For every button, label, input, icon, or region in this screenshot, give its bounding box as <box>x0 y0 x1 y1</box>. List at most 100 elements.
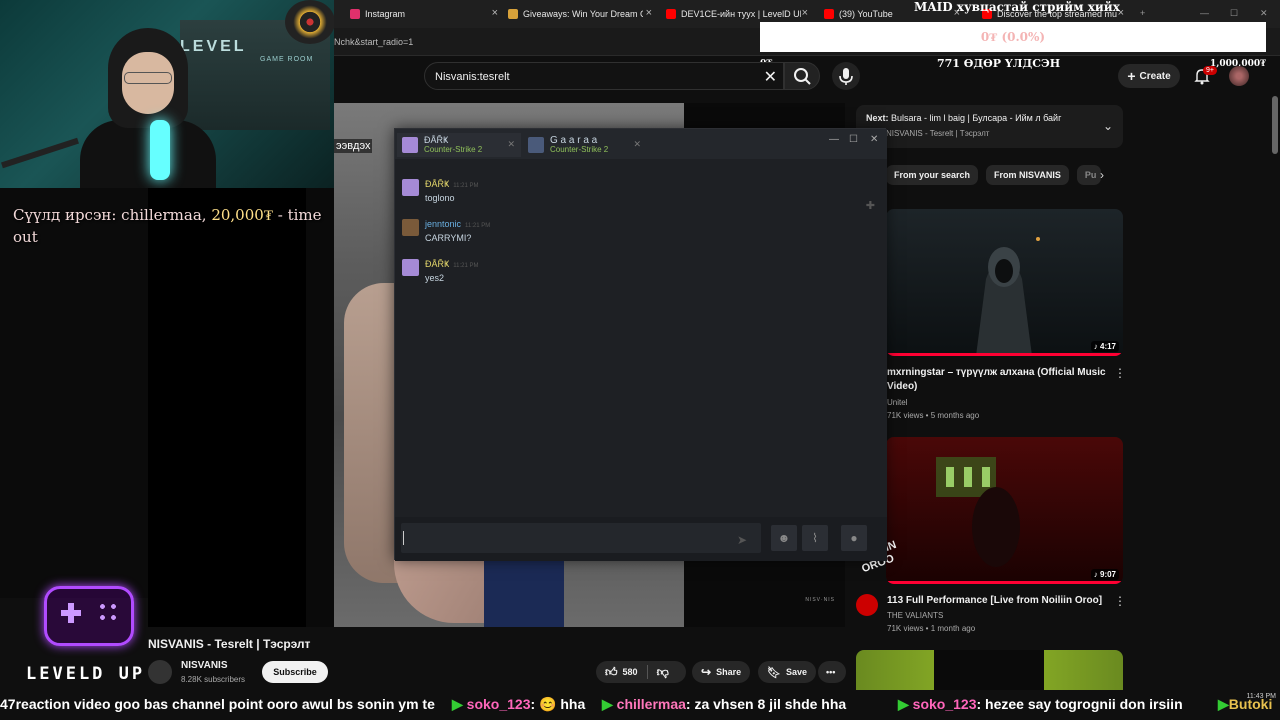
paperclip-icon: ⌇ <box>812 531 818 545</box>
message-author[interactable]: ĐÅŘҜ <box>425 259 449 269</box>
video-duration: ♪ 9:07 <box>1090 569 1119 580</box>
close-window-icon[interactable]: ✕ <box>1260 8 1268 19</box>
friend-name: G a a r a a <box>550 135 598 146</box>
watch-progress-bar <box>886 353 1123 356</box>
steam-chat-tab-gaaraa[interactable]: G a a r a a Counter-Strike 2 ✕ <box>523 133 647 157</box>
search-input[interactable]: Nisvanis:tesrelt ✕ <box>424 62 784 90</box>
message-author[interactable]: ĐÅŘҜ <box>425 179 449 189</box>
plus-icon: + <box>1127 68 1136 84</box>
search-button[interactable] <box>784 62 820 90</box>
close-tab-icon[interactable]: × <box>802 7 808 19</box>
rec-thumbnail[interactable] <box>856 650 1123 690</box>
ticker-message: ▶ soko_123: hezee say togrognii don irsi… <box>898 696 1183 713</box>
ticker-username: chillermaa <box>616 696 686 712</box>
steam-chat-tabs: ĐÅŘҜ Counter-Strike 2 ✕ G a a r a a Coun… <box>395 129 887 159</box>
channel-avatar[interactable] <box>148 660 172 684</box>
browser-tab-levelup[interactable]: DEV1CE-ийн тууx | LevelD UP × <box>666 4 808 24</box>
up-next-title: Next: Bulsara - lim l baig | Булсара - И… <box>866 113 1061 123</box>
clear-search-icon[interactable]: ✕ <box>764 67 777 87</box>
ticker-text: : hezee say togrognii don irsiin <box>976 696 1183 712</box>
pin-icon[interactable]: ✚ <box>866 199 875 212</box>
bookmark-icon: 🔖︎ <box>767 666 781 679</box>
chip-from-search[interactable]: From your search <box>886 165 979 185</box>
voice-button[interactable]: ● <box>841 525 867 551</box>
video-title: NISVANIS - Tesrelt | Тэсрэлт <box>148 637 311 651</box>
filter-chips: From your search From NISVANIS Pu <box>886 165 1101 185</box>
close-tab-icon[interactable]: ✕ <box>633 139 641 150</box>
up-next-label: Next: <box>866 113 889 123</box>
minimize-window-icon[interactable]: — <box>1200 8 1209 18</box>
channel-name[interactable]: NISVANIS <box>181 660 228 671</box>
rec-thumbnail[interactable]: ♪ 4:17 <box>886 209 1123 356</box>
chip-more[interactable]: Pu <box>1076 165 1101 185</box>
more-vertical-icon[interactable]: ⋮ <box>1114 366 1126 380</box>
author-avatar[interactable] <box>402 219 419 236</box>
message-author[interactable]: jenntonic <box>425 219 461 229</box>
leveld-up-logo <box>38 582 142 652</box>
rec-channel[interactable]: THE VALIANTS <box>887 609 943 622</box>
mic-icon <box>839 68 853 85</box>
new-tab-icon[interactable]: + <box>1140 8 1145 18</box>
steam-chat-window[interactable]: ĐÅŘҜ Counter-Strike 2 ✕ G a a r a a Coun… <box>394 128 887 561</box>
emoticon-button[interactable]: ☻ <box>771 525 797 551</box>
more-actions-button[interactable]: ••• <box>818 661 846 683</box>
streamer-figure <box>70 20 220 188</box>
thumbs-up-icon[interactable]: 👍︎ <box>605 665 618 680</box>
ticker-badge-icon: ▶ <box>898 696 913 712</box>
close-tab-icon[interactable]: × <box>646 7 652 19</box>
subscribe-button[interactable]: Subscribe <box>262 661 328 683</box>
share-icon: ↪ <box>701 665 712 679</box>
message-time: 11:21 PM <box>453 263 479 269</box>
account-avatar[interactable] <box>1229 66 1249 86</box>
voice-search-button[interactable] <box>832 62 860 90</box>
friend-avatar <box>402 137 418 153</box>
ticker-username: soko_123 <box>912 696 977 712</box>
page-scrollbar[interactable] <box>1272 96 1278 154</box>
rec-meta: 71K views • 1 month ago <box>887 624 976 633</box>
chat-message-input[interactable]: ➤ <box>401 523 761 553</box>
video-duration: ♪ 4:17 <box>1090 341 1119 352</box>
author-avatar[interactable] <box>402 179 419 196</box>
close-tab-icon[interactable]: × <box>492 7 498 19</box>
search-input-value[interactable]: Nisvanis:tesrelt <box>435 71 510 83</box>
attach-button[interactable]: ⌇ <box>802 525 828 551</box>
rec-title[interactable]: 113 Full Performance [Live from Noiliin … <box>887 594 1112 608</box>
browser-tab-instagram[interactable]: Instagram × <box>350 4 498 24</box>
more-vertical-icon[interactable]: ⋮ <box>1114 594 1126 608</box>
close-tab-icon[interactable]: ✕ <box>507 139 515 150</box>
steam-chat-tab-dark[interactable]: ĐÅŘҜ Counter-Strike 2 ✕ <box>397 133 521 157</box>
goal-days-remaining: 771 ӨДӨР ҮЛДСЭН <box>937 57 1061 70</box>
thumbs-down-icon[interactable]: 👎︎ <box>657 665 669 680</box>
chevron-right-icon[interactable]: › <box>1100 168 1104 182</box>
up-next-panel[interactable]: Next: Bulsara - lim l baig | Булсара - И… <box>856 105 1123 148</box>
ticker-badge-icon: ▶ <box>1218 696 1229 712</box>
author-avatar[interactable] <box>402 259 419 276</box>
share-label: Share <box>716 667 742 677</box>
ticker-text: : 😊 hha <box>530 696 586 712</box>
save-button[interactable]: 🔖︎ Save <box>758 661 816 683</box>
rec-channel[interactable]: Unitel <box>887 396 907 409</box>
maximize-window-icon[interactable]: ☐ <box>1230 8 1238 19</box>
maximize-icon[interactable]: ☐ <box>849 134 858 145</box>
instagram-icon <box>350 9 360 19</box>
channel-avatar[interactable] <box>856 594 878 616</box>
message-text: toglono <box>425 193 455 203</box>
send-icon[interactable]: ➤ <box>737 533 747 547</box>
rec-thumbnail[interactable]: ♪ 9:07 <box>886 437 1123 584</box>
create-button[interactable]: + Create <box>1118 64 1180 88</box>
rec-thumb-inset <box>934 650 1044 690</box>
chip-from-channel[interactable]: From NISVANIS <box>986 165 1069 185</box>
minimize-icon[interactable]: — <box>829 134 839 145</box>
stream-overlay-panel <box>0 188 148 598</box>
browser-tab-giveaways[interactable]: Giveaways: Win Your Dream CS × <box>508 4 652 24</box>
chevron-down-icon[interactable]: ⌄ <box>1103 119 1113 133</box>
url-text[interactable]: Nchk&start_radio=1 <box>334 37 413 47</box>
like-count[interactable]: 580 <box>623 667 638 677</box>
notification-badge: 9+ <box>1203 66 1217 75</box>
close-icon[interactable]: ✕ <box>870 134 878 145</box>
share-button[interactable]: ↪ Share <box>692 661 751 683</box>
friend-avatar <box>528 137 544 153</box>
like-dislike-group: 👍︎ 580 👎︎ <box>596 661 686 683</box>
message-text: CARRYMI? <box>425 233 472 243</box>
rec-title[interactable]: mxrningstar – түрүүлж алхана (Official M… <box>887 366 1107 394</box>
